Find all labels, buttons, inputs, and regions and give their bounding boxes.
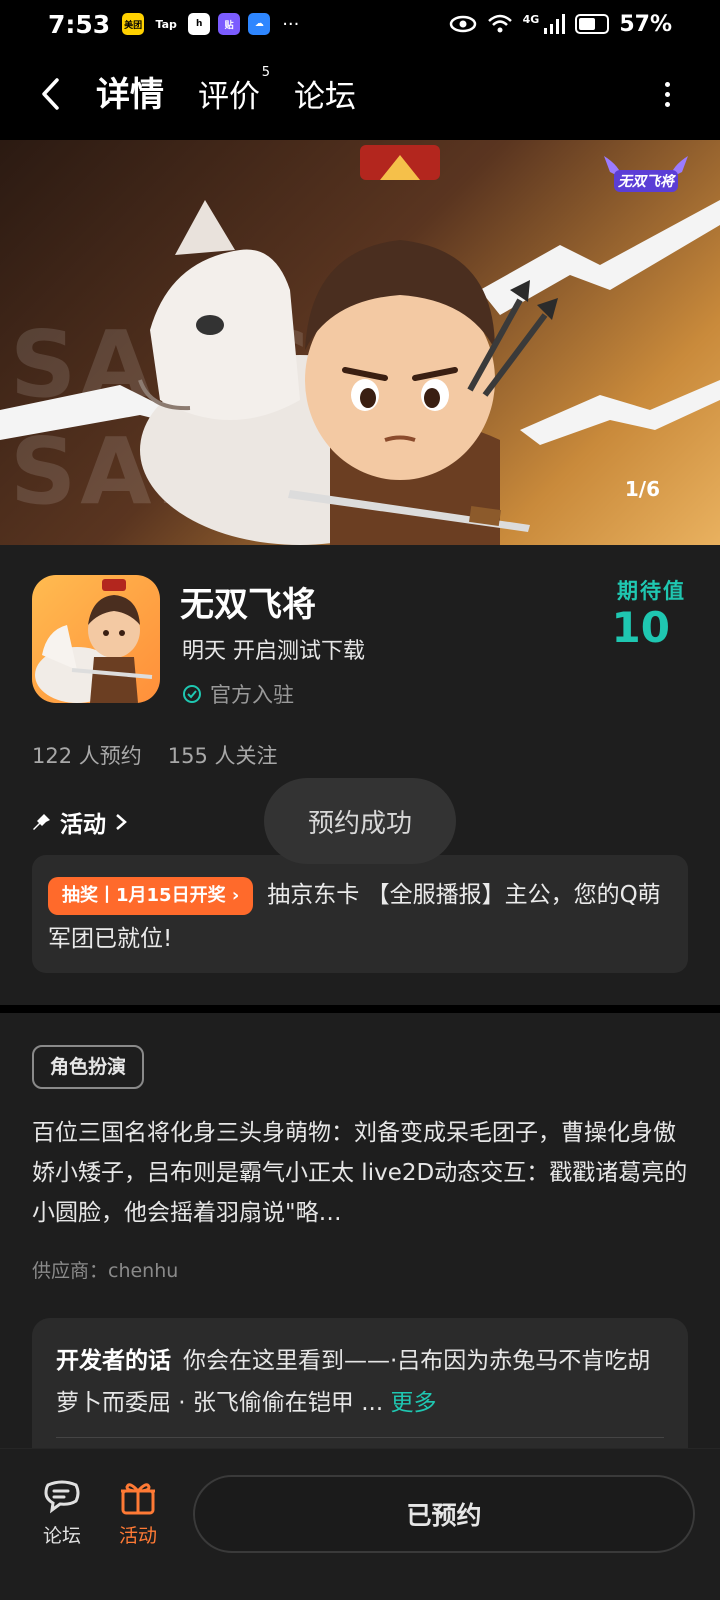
description-section: 角色扮演 百位三国名将化身三头身萌物：刘备变成呆毛团子，曹操化身傲娇小矮子，吕布…	[0, 1013, 720, 1473]
activity-header[interactable]: 活动	[32, 805, 128, 839]
more-notifications-icon: ···	[282, 13, 300, 35]
tab-forum[interactable]: 论坛	[294, 71, 356, 124]
official-badge: 官方入驻	[182, 679, 294, 709]
wifi-icon	[487, 14, 512, 33]
eye-icon	[449, 15, 476, 33]
follower-count: 155 人关注	[167, 744, 278, 768]
genre-tag[interactable]: 角色扮演	[32, 1045, 145, 1089]
activity-button[interactable]: 活动	[108, 1479, 168, 1548]
official-label: 官方入驻	[210, 683, 294, 707]
reservation-count: 122 人预约	[32, 744, 142, 768]
chevron-left-icon	[42, 78, 59, 110]
game-icon-artwork	[35, 579, 153, 703]
tab-bar: 详情 评价 5 论坛	[92, 64, 356, 124]
reserved-button[interactable]: 已预约	[193, 1475, 695, 1553]
tab-details[interactable]: 详情	[92, 67, 168, 124]
release-info: 明天 开启测试下载	[182, 639, 365, 664]
lottery-tag: 抽奖丨1月15日开奖 ›	[48, 876, 254, 915]
battery-icon	[575, 14, 610, 34]
chevron-right-icon	[116, 814, 127, 830]
top-nav: 详情 评价 5 论坛	[0, 48, 720, 140]
banner-artwork	[0, 145, 720, 545]
verified-check-icon	[183, 685, 201, 703]
expectation-label: 期待值	[617, 579, 686, 603]
forum-label: 论坛	[42, 1525, 81, 1547]
status-time: 7:53	[48, 9, 111, 39]
tab-reviews-label: 评价	[198, 79, 260, 115]
section-divider	[0, 1005, 720, 1013]
logo-text: 无双飞将	[618, 174, 674, 190]
game-logo: 无双飞将	[600, 148, 692, 196]
pin-icon	[33, 814, 50, 830]
carousel-counter: 1/6	[624, 477, 660, 501]
gift-icon	[121, 1483, 155, 1515]
reservation-success-toast: 预约成功	[264, 778, 456, 864]
game-info-section: 无双飞将 明天 开启测试下载 官方入驻 期待值 10 122 人预约 155 人…	[0, 545, 720, 1005]
activity-title: 活动	[60, 812, 106, 838]
screenshot-carousel[interactable]: SANGUO SANGUI	[0, 140, 720, 545]
supplier-info: 供应商：chenhu	[32, 1260, 179, 1282]
reviews-count-badge: 5	[261, 65, 270, 80]
status-bar: 7:53 美团 Tap h 贴 ☁ ··· 4G 57%	[0, 0, 720, 48]
game-stats: 122 人预约 155 人关注	[32, 740, 278, 770]
more-link[interactable]: 更多	[391, 1390, 437, 1416]
signal-icon	[544, 14, 566, 34]
cloud-notification-icon: ☁	[248, 13, 271, 35]
chat-bubble-icon	[44, 1480, 80, 1514]
game-description[interactable]: 百位三国名将化身三头身萌物：刘备变成呆毛团子，曹操化身傲娇小矮子，吕布则是霸气小…	[32, 1113, 688, 1233]
activity-card[interactable]: 抽奖丨1月15日开奖 › 抽京东卡 【全服播报】主公，您的Q萌军团已就位!	[32, 855, 688, 973]
bottom-action-bar: 论坛 活动 已预约	[0, 1448, 720, 1600]
battery-percent: 57%	[619, 11, 672, 37]
meituan-notification-icon: 美团	[122, 13, 145, 35]
back-button[interactable]	[30, 74, 70, 114]
developer-words-title: 开发者的话	[56, 1348, 171, 1374]
notification-icons: 美团 Tap h 贴 ☁ ···	[122, 13, 299, 35]
network-type-label: 4G	[522, 12, 540, 26]
tieba-notification-icon: 贴	[218, 13, 241, 35]
expectation-score: 10	[611, 603, 670, 652]
h-app-notification-icon: h	[188, 13, 211, 35]
tap-notification-icon: Tap	[152, 13, 181, 35]
developer-words-card[interactable]: 开发者的话 你会在这里看到——·吕布因为赤兔马不肯吃胡萝卜而委屈 · 张飞偷偷在铠…	[32, 1318, 688, 1468]
card-divider	[56, 1437, 664, 1438]
activity-label: 活动	[118, 1525, 157, 1547]
tab-reviews[interactable]: 评价 5	[198, 65, 270, 124]
game-app-icon	[32, 575, 160, 703]
more-options-icon[interactable]	[665, 81, 670, 107]
forum-button[interactable]: 论坛	[32, 1479, 92, 1548]
game-title: 无双飞将	[180, 585, 316, 625]
